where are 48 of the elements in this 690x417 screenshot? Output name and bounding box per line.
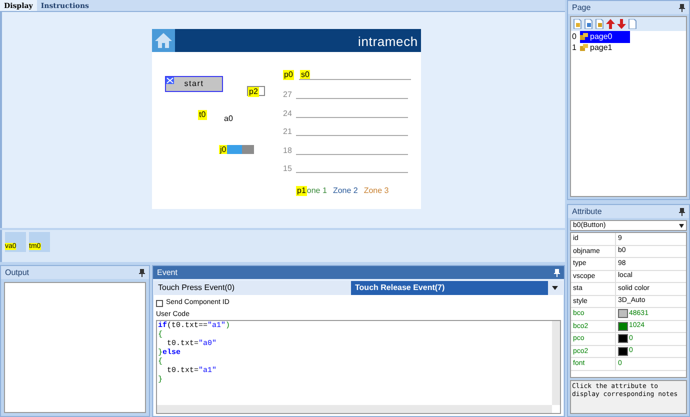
vertical-scrollbar[interactable] [552,321,560,405]
page-file-icon[interactable] [573,19,582,29]
zone-label: one 1 [306,185,327,197]
color-swatch[interactable] [618,322,628,331]
picture-tag: p2 [248,87,259,97]
panel-header: Attribute [568,205,689,218]
page-index: 0 [572,30,577,42]
axis-label: 21 [283,126,293,138]
arrow-down-icon[interactable] [617,19,626,29]
page-item[interactable]: page0 [580,30,630,42]
text-label: a0 [224,113,233,125]
arrow-up-icon[interactable] [606,19,615,29]
dropdown-icon[interactable] [679,224,684,228]
pin-icon[interactable] [679,4,685,12]
chart-tag: p1 [296,186,307,196]
axis-label: 15 [283,163,293,175]
start-button[interactable]: start [165,76,223,92]
panel-header: Page [568,1,689,14]
axis-label: 18 [283,144,293,156]
pin-icon[interactable] [554,268,560,276]
zone-label: Zone 3 [364,185,389,197]
panel-header: Event [153,266,564,279]
checkbox[interactable] [156,300,163,307]
chart-tag: s0 [300,70,310,80]
progress-tag: j0 [219,145,228,154]
dropdown-icon[interactable] [552,286,558,290]
panel-header: Output [1,266,149,279]
button-marker-icon [166,77,174,84]
page-file-icon[interactable] [584,19,593,29]
pin-icon[interactable] [679,208,685,216]
horizontal-scrollbar[interactable] [157,405,552,413]
zone-label: Zone 2 [332,185,358,197]
home-icon [152,29,175,52]
pin-icon[interactable] [139,268,145,276]
text-tag: t0 [198,110,207,120]
axis-label: 27 [283,89,293,101]
page-item[interactable]: page1 [580,42,630,54]
color-swatch[interactable] [618,309,628,318]
event-tab[interactable]: Touch Release Event(7) [351,281,548,295]
event-tab[interactable]: Touch Press Event(0) [154,281,351,295]
chart-tag: p0 [283,70,294,80]
logo-text: intramech [358,35,418,49]
page-copy-icon[interactable] [628,19,637,29]
color-swatch[interactable] [618,334,628,344]
axis-label: 24 [283,108,293,120]
page-file-icon[interactable] [595,19,604,29]
page-index: 1 [572,42,577,54]
color-swatch[interactable] [618,346,628,356]
